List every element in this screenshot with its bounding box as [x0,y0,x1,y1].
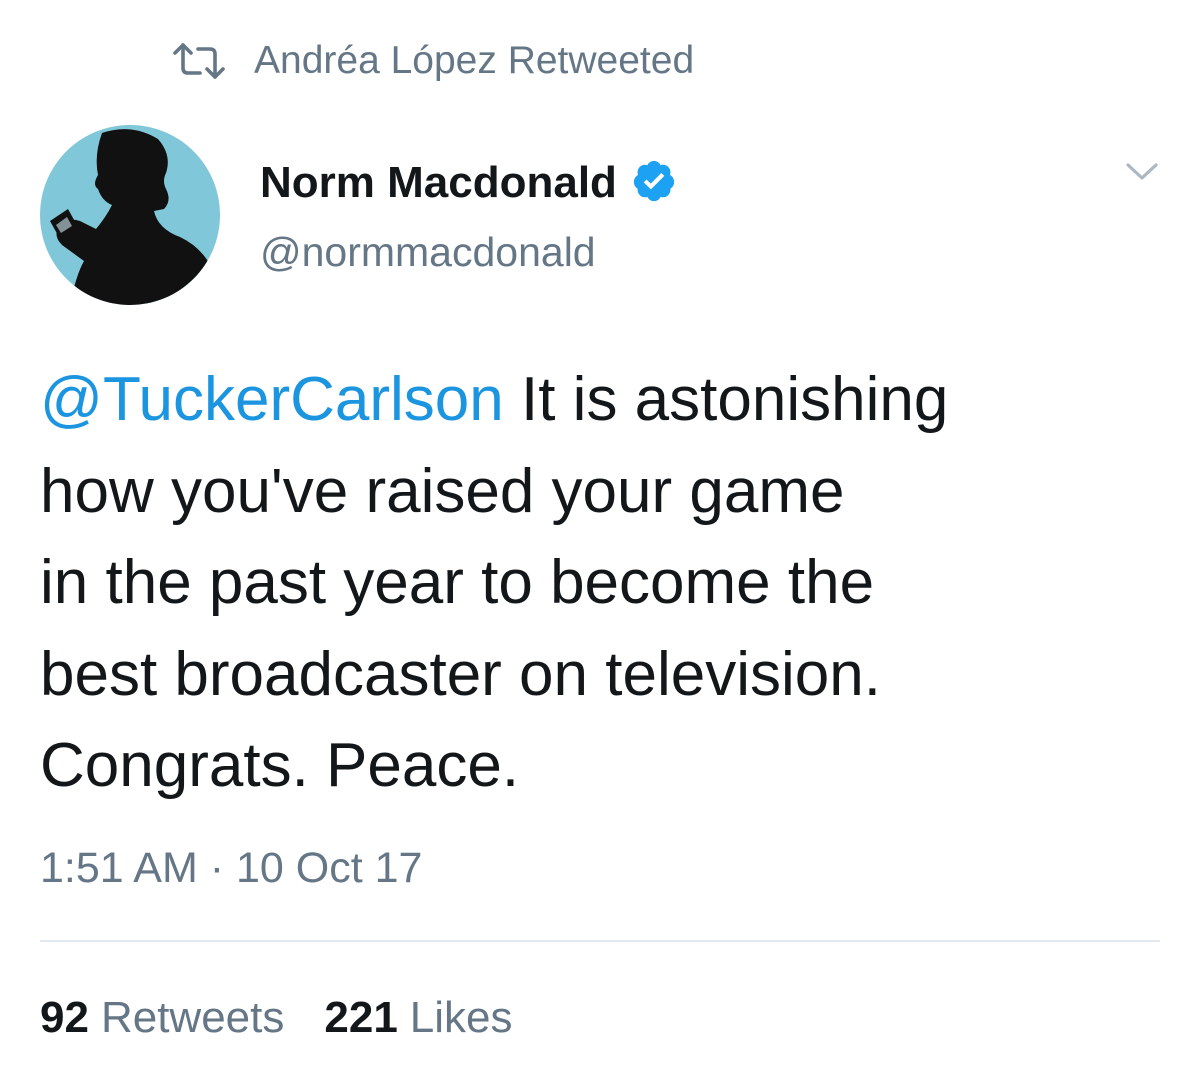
tweet-line-2: how you've raised your game [40,456,845,526]
retweet-context: Andréa López Retweeted [172,36,694,86]
likes-count: 221 [324,993,398,1042]
retweet-icon [172,42,226,80]
retweets-count: 92 [40,993,89,1042]
tweet-line-3: in the past year to become the [40,548,875,617]
tweet-text: @TuckerCarlson It is astonishing how you… [40,354,1160,812]
tweet-stats: 92 Retweets 221 Likes [40,988,513,1048]
likes-label: Likes [409,993,513,1042]
divider [40,940,1160,942]
tweet-line-4: best broadcaster on television. [40,639,881,709]
retweet-context-text[interactable]: Andréa López Retweeted [254,36,694,86]
author-name-row[interactable]: Norm Macdonald [260,155,677,211]
tweet-line-1-text: It is astonishing [503,365,949,434]
tweet-line-1: @TuckerCarlson It is astonishing [40,354,1160,446]
verified-badge-icon [631,158,677,209]
chevron-down-icon [1124,160,1160,184]
retweets-stat[interactable]: 92 Retweets [40,988,284,1048]
profile-avatar[interactable] [40,125,220,305]
mention-link[interactable]: @TuckerCarlson [40,365,504,434]
tweet-timestamp[interactable]: 1:51 AM · 10 Oct 17 [40,838,422,898]
likes-stat[interactable]: 221 Likes [324,988,512,1048]
author-display-name[interactable]: Norm Macdonald [260,155,617,211]
tweet-menu-button[interactable] [1124,160,1160,184]
tweet-line-5: Congrats. Peace. [40,731,520,800]
author-handle[interactable]: @normmacdonald [260,224,596,280]
retweets-label: Retweets [100,993,285,1042]
